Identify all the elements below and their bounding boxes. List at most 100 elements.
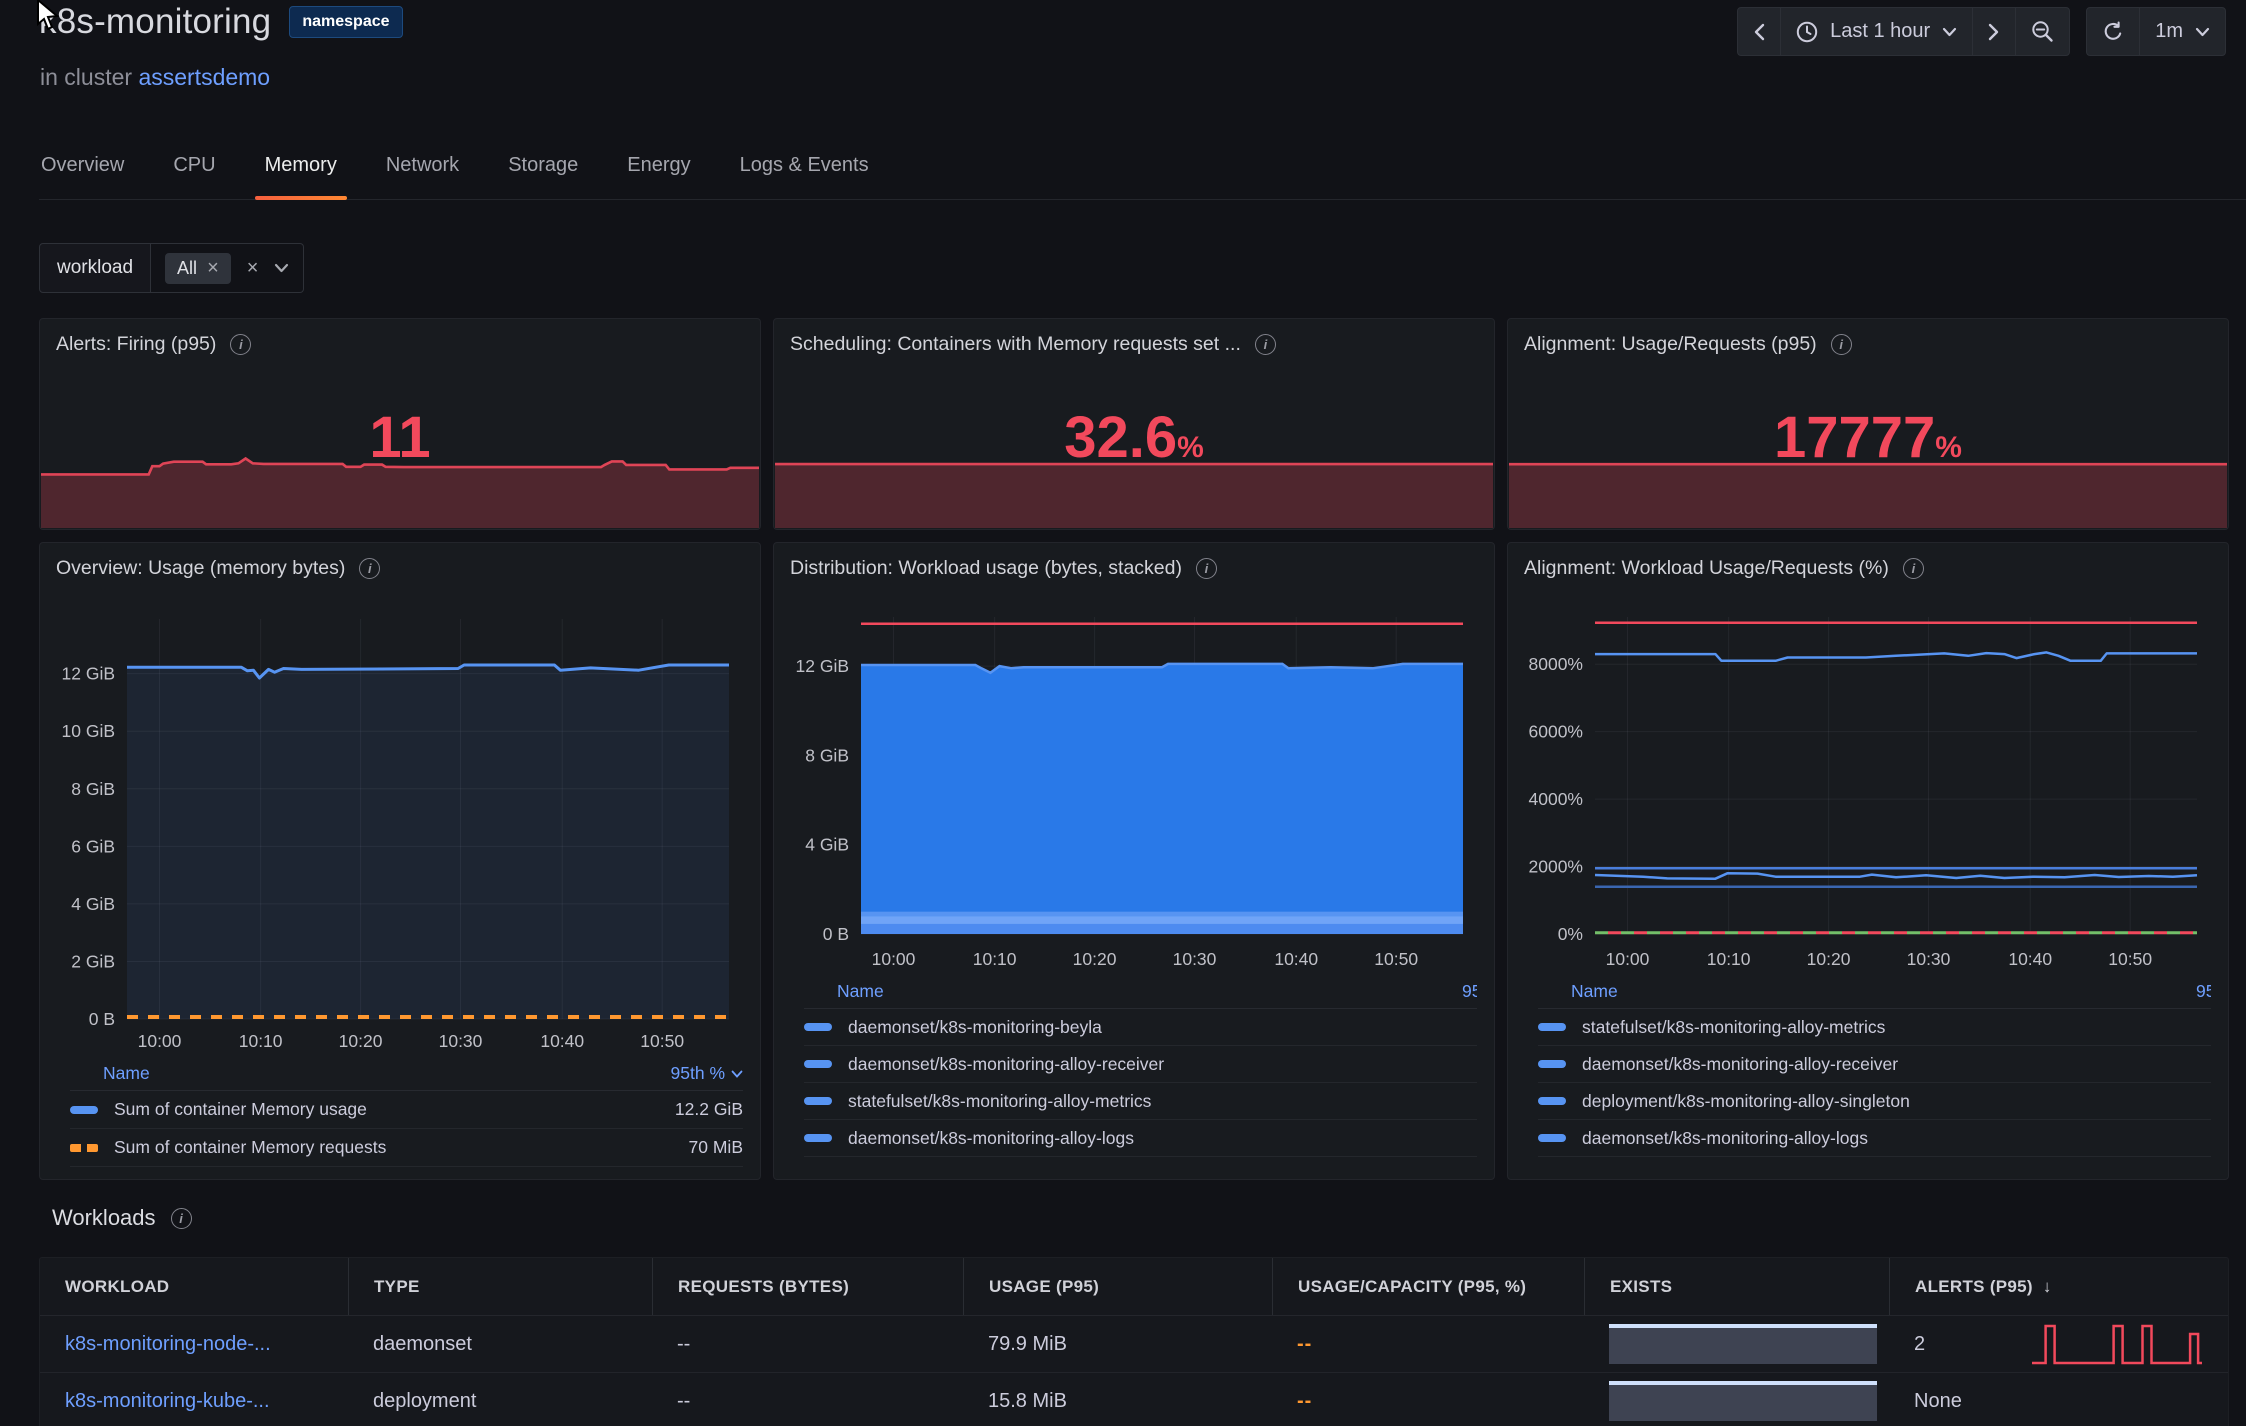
overview-usage-chart[interactable]: 10:0010:1010:2010:3010:4010:500 B2 GiB4 … <box>41 599 759 1057</box>
svg-text:10:30: 10:30 <box>1173 949 1217 969</box>
series-color-swatch <box>1538 1060 1566 1068</box>
legend-item[interactable]: daemonset/k8s-monitoring-alloy-logs <box>1538 1120 2211 1157</box>
column-header-exists[interactable]: EXISTS <box>1584 1258 1889 1315</box>
time-back-button[interactable] <box>1738 8 1781 55</box>
time-range-picker[interactable]: Last 1 hour <box>1781 8 1973 55</box>
info-icon[interactable]: i <box>1196 558 1217 579</box>
svg-text:12 GiB: 12 GiB <box>62 664 116 684</box>
tab-network[interactable]: Network <box>384 148 461 200</box>
info-icon[interactable]: i <box>1255 334 1276 355</box>
refresh-interval-label: 1m <box>2155 20 2183 43</box>
legend-label: statefulset/k8s-monitoring-alloy-metrics <box>848 1091 1477 1112</box>
legend-item[interactable]: daemonset/k8s-monitoring-alloy-logs <box>804 1120 1477 1157</box>
info-icon[interactable]: i <box>1831 334 1852 355</box>
alerts-count: 2 <box>1914 1333 1960 1356</box>
panel-title: Alignment: Usage/Requests (p95) <box>1524 333 1817 356</box>
legend-name-header[interactable]: Name <box>70 1063 150 1084</box>
legend-label: Sum of container Memory requests <box>114 1137 673 1158</box>
panel-title: Alerts: Firing (p95) <box>56 333 216 356</box>
filter-chip-label: All <box>177 258 197 279</box>
tab-memory[interactable]: Memory <box>263 148 339 200</box>
filter-dropdown-icon[interactable] <box>274 263 289 273</box>
workload-link[interactable]: k8s-monitoring-node-... <box>65 1333 271 1356</box>
column-header-requests[interactable]: REQUESTS (BYTES) <box>652 1258 963 1315</box>
column-header-workload[interactable]: WORKLOAD <box>40 1258 348 1315</box>
legend-item[interactable]: Sum of container Memory requests 70 MiB <box>70 1129 743 1167</box>
info-icon[interactable]: i <box>171 1208 192 1229</box>
distribution-chart[interactable]: 10:0010:1010:2010:3010:4010:500 B4 GiB8 … <box>775 599 1493 975</box>
legend-item[interactable]: deployment/k8s-monitoring-alloy-singleto… <box>1538 1083 2211 1120</box>
legend-item[interactable]: Sum of container Memory usage 12.2 GiB <box>70 1091 743 1129</box>
usage-capacity-cell: -- <box>1272 1390 1584 1413</box>
legend-value: 12.2 GiB <box>675 1099 743 1120</box>
legend-item[interactable]: statefulset/k8s-monitoring-alloy-metrics <box>804 1083 1477 1120</box>
legend-name-header[interactable]: Name <box>1538 981 1618 1002</box>
column-header-type[interactable]: TYPE <box>348 1258 652 1315</box>
refresh-icon <box>2102 21 2124 43</box>
workloads-title: Workloads <box>52 1205 156 1231</box>
workloads-section: Workloads i WORKLOAD TYPE REQUESTS (BYTE… <box>39 1205 2229 1426</box>
legend-label: daemonset/k8s-monitoring-alloy-logs <box>1582 1128 2211 1149</box>
legend-value-header[interactable]: 95th % <box>2196 981 2211 1002</box>
legend-item[interactable]: daemonset/k8s-monitoring-beyla <box>804 1009 1477 1046</box>
requests-cell: -- <box>652 1333 963 1356</box>
zoom-out-button[interactable] <box>2016 8 2069 55</box>
filter-value-box[interactable]: All × × <box>151 243 304 293</box>
svg-text:10:40: 10:40 <box>540 1031 584 1051</box>
svg-text:4000%: 4000% <box>1529 789 1584 809</box>
svg-text:8000%: 8000% <box>1529 654 1584 674</box>
tab-overview[interactable]: Overview <box>39 148 126 200</box>
svg-text:10:50: 10:50 <box>2108 949 2152 969</box>
legend-item[interactable]: daemonset/k8s-monitoring-alloy-receiver <box>1538 1046 2211 1083</box>
time-forward-button[interactable] <box>1973 8 2016 55</box>
svg-text:10:10: 10:10 <box>1707 949 1751 969</box>
legend-name-header[interactable]: Name <box>804 981 884 1002</box>
panel-title: Alignment: Workload Usage/Requests (%) <box>1524 557 1889 580</box>
tab-energy[interactable]: Energy <box>625 148 692 200</box>
refresh-interval-picker[interactable]: 1m <box>2140 8 2225 55</box>
svg-text:2000%: 2000% <box>1529 857 1584 877</box>
tab-cpu[interactable]: CPU <box>171 148 217 200</box>
table-row: k8s-monitoring-node-... daemonset -- 79.… <box>40 1316 2228 1373</box>
workload-link[interactable]: k8s-monitoring-kube-... <box>65 1390 270 1413</box>
alignment-chart[interactable]: 10:0010:1010:2010:3010:4010:500%2000%400… <box>1509 599 2227 975</box>
info-icon[interactable]: i <box>359 558 380 579</box>
panel-alignment-chart: Alignment: Workload Usage/Requests (%) i… <box>1507 542 2229 1180</box>
svg-text:10:00: 10:00 <box>138 1031 182 1051</box>
dashboard-tabs: Overview CPU Memory Network Storage Energy Log… <box>39 148 2246 200</box>
column-header-usage[interactable]: USAGE (P95) <box>963 1258 1272 1315</box>
legend-value-header[interactable]: 95th % <box>1462 981 1477 1002</box>
svg-text:8 GiB: 8 GiB <box>805 745 849 765</box>
tab-storage[interactable]: Storage <box>506 148 580 200</box>
svg-text:10:00: 10:00 <box>872 949 916 969</box>
legend-label: daemonset/k8s-monitoring-alloy-receiver <box>1582 1054 2211 1075</box>
filter-clear-icon[interactable]: × <box>247 258 259 278</box>
legend-item[interactable]: daemonset/k8s-monitoring-alloy-receiver <box>804 1046 1477 1083</box>
column-header-alerts[interactable]: ALERTS (P95)↓ <box>1889 1258 2228 1315</box>
panel-title: Distribution: Workload usage (bytes, sta… <box>790 557 1182 580</box>
panel-overview-usage: Overview: Usage (memory bytes) i 10:0010… <box>39 542 761 1180</box>
filter-chip-all[interactable]: All × <box>165 253 231 284</box>
svg-text:0 B: 0 B <box>823 924 849 944</box>
svg-text:2 GiB: 2 GiB <box>71 951 115 971</box>
info-icon[interactable]: i <box>230 334 251 355</box>
column-header-usage-capacity[interactable]: USAGE/CAPACITY (P95, %) <box>1272 1258 1584 1315</box>
chevron-down-icon <box>731 1070 743 1078</box>
panel-distribution: Distribution: Workload usage (bytes, sta… <box>773 542 1495 1180</box>
tab-logs-events[interactable]: Logs & Events <box>738 148 871 200</box>
refresh-button[interactable] <box>2087 8 2140 55</box>
series-color-swatch <box>804 1097 832 1105</box>
legend-label: Sum of container Memory usage <box>114 1099 659 1120</box>
legend-label: daemonset/k8s-monitoring-beyla <box>848 1017 1477 1038</box>
page-title: k8s-monitoring <box>39 2 271 42</box>
legend-value-header[interactable]: 95th % <box>671 1063 743 1084</box>
legend-item[interactable]: statefulset/k8s-monitoring-alloy-metrics <box>1538 1009 2211 1046</box>
info-icon[interactable]: i <box>1903 558 1924 579</box>
subtitle: in cluster assertsdemo <box>40 64 270 91</box>
chip-remove-icon[interactable]: × <box>207 258 219 278</box>
legend-value: 70 MiB <box>689 1137 743 1158</box>
cluster-link[interactable]: assertsdemo <box>138 64 270 90</box>
usage-capacity-cell: -- <box>1272 1333 1584 1356</box>
panel-scheduling: Scheduling: Containers with Memory reque… <box>773 318 1495 530</box>
alerts-pulse-sparkline <box>2032 1322 2202 1366</box>
